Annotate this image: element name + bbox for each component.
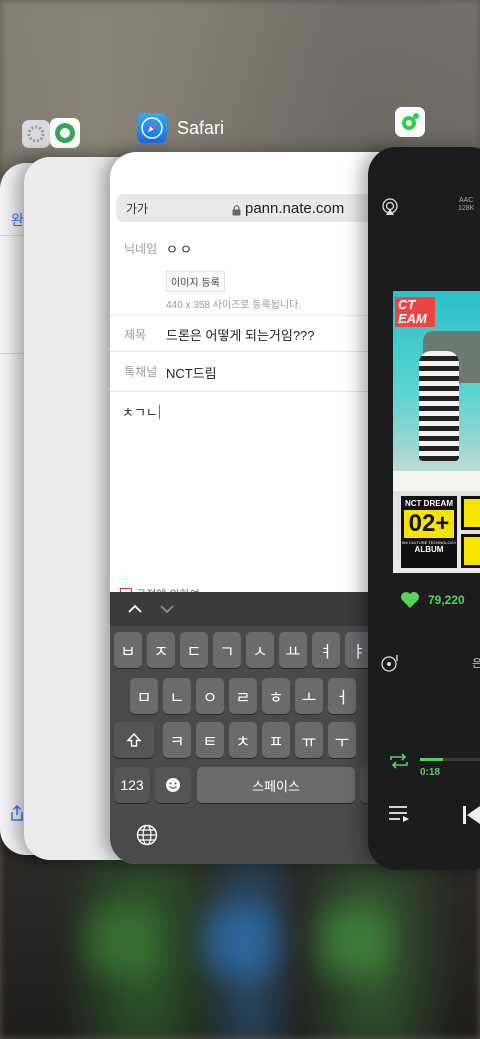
space-key[interactable]: 스페이스 [197, 767, 355, 803]
dock-icon-blur [88, 905, 158, 975]
album-top-text: CT EAM [395, 297, 435, 327]
shift-key[interactable] [114, 722, 154, 758]
key-row1[interactable]: ㅈ [147, 632, 175, 668]
image-upload-button[interactable]: 이미지 등록 [166, 271, 225, 292]
post-form: 닉네임 ㅇㅇ 이미지 등록 440 x 358 사이즈로 등록됩니다. 제목 드… [110, 230, 410, 392]
key-row3[interactable]: ㅜ [328, 722, 356, 758]
album-side-badge [461, 496, 480, 530]
key-row2[interactable]: ㅇ [196, 678, 224, 714]
safari-card[interactable]: 가가 pann.nate.com 닉네임 ㅇㅇ 이미지 등록 440 x 358… [110, 152, 410, 864]
key-row2[interactable]: ㅎ [262, 678, 290, 714]
dock-icon-blur [320, 905, 390, 975]
album-stripe [393, 471, 480, 491]
shift-icon [126, 732, 142, 747]
repeat-icon[interactable] [388, 753, 410, 774]
title-label: 제목 [124, 328, 147, 342]
album-badge: NCT DREAM 02+ SM CULTURE TECHNOLOGY ALBU… [401, 496, 457, 568]
album-side-badge-2 [461, 534, 480, 568]
channel-label: 톡채널 [124, 365, 158, 379]
key-row2[interactable]: ㄴ [163, 678, 191, 714]
dock-icon-blur [205, 905, 275, 975]
album-badge-artist: NCT DREAM [405, 499, 453, 508]
app-icon-green [50, 118, 80, 148]
music-app-icon [395, 107, 425, 137]
key-row1[interactable]: ㄱ [213, 632, 241, 668]
safari-app-name: Safari [177, 117, 225, 138]
url-text-wrap: pann.nate.com [232, 200, 344, 217]
music-app-label[interactable] [395, 107, 425, 137]
key-row3[interactable]: ㅋ [163, 722, 191, 758]
previous-track-icon[interactable] [462, 805, 480, 830]
key-row1[interactable]: ㅕ [312, 632, 340, 668]
globe-icon[interactable] [136, 824, 158, 846]
key-row1[interactable]: ㅅ [246, 632, 274, 668]
title-input[interactable]: 드론은 어떻게 되는거임??? [166, 325, 315, 344]
bitrate-badge: AAC 128K [458, 197, 474, 213]
album-badge-label: ALBUM [414, 545, 444, 554]
album-figure [419, 351, 459, 461]
text-caret [158, 405, 161, 419]
emoji-icon [166, 778, 180, 792]
emoji-key[interactable] [155, 767, 191, 803]
like-count-text: 79,220 [428, 593, 465, 607]
key-row1[interactable]: ㅛ [279, 632, 307, 668]
channel-row: 톡채널 NCT드림 [110, 352, 410, 392]
key-row2[interactable]: ㄹ [229, 678, 257, 714]
safari-icon [137, 113, 167, 143]
text-size-button[interactable]: 가가 [126, 200, 148, 217]
image-size-note: 440 x 358 사이즈로 등록됩니다. [166, 300, 302, 311]
airplay-icon[interactable] [380, 197, 400, 222]
card-b-second-app-label[interactable] [50, 118, 80, 148]
card-b-app-label[interactable] [22, 120, 50, 148]
key-row2[interactable]: ㅁ [130, 678, 158, 714]
keyboard-toolbar [110, 592, 410, 626]
key-row3[interactable]: ㅠ [295, 722, 323, 758]
heart-icon [401, 592, 419, 608]
url-bar[interactable]: 가가 pann.nate.com [116, 194, 404, 222]
key-row3[interactable]: ㅌ [196, 722, 224, 758]
like-count[interactable]: 79,220 [400, 591, 465, 609]
chevron-down-icon[interactable] [160, 602, 174, 616]
channel-value[interactable]: NCT드림 [166, 363, 217, 382]
music-app-card[interactable]: AAC 128K CT EAM NCT DREAM 02+ SM CULTURE… [368, 147, 480, 870]
lyrics-partial: 은 [472, 658, 480, 670]
key-row1[interactable]: ㅂ [114, 632, 142, 668]
nickname-row: 닉네임 ㅇㅇ 이미지 등록 440 x 358 사이즈로 등록됩니다. [110, 230, 410, 316]
bitrate-label: 128K [458, 205, 475, 212]
body-text: ㅊㄱㄴ [122, 405, 158, 420]
lock-icon [232, 203, 241, 215]
key-row1[interactable]: ㄷ [180, 632, 208, 668]
progress-bar[interactable] [420, 758, 480, 761]
share-icon[interactable] [10, 804, 24, 821]
chevron-up-icon[interactable] [128, 602, 142, 616]
url-text: pann.nate.com [245, 199, 345, 217]
korean-keyboard: ㅂ ㅈ ㄷ ㄱ ㅅ ㅛ ㅕ ㅑ ㅁ ㄴ ㅇ ㄹ ㅎ ㅗ ㅓ ㅋ ㅌ ㅊ ㅍ ㅠ … [110, 592, 410, 864]
body-textarea[interactable]: ㅊㄱㄴ [122, 402, 161, 421]
album-art: CT EAM NCT DREAM 02+ SM CULTURE TECHNOLO… [393, 291, 480, 573]
key-row2[interactable]: ㅗ [295, 678, 323, 714]
progress-fill [420, 758, 443, 761]
key-row2[interactable]: ㅓ [328, 678, 356, 714]
numbers-key[interactable]: 123 [114, 767, 150, 803]
queue-icon[interactable] [388, 803, 410, 830]
nickname-input[interactable]: ㅇㅇ [166, 239, 194, 258]
done-button[interactable]: 완 [11, 210, 24, 230]
gear-icon [22, 120, 50, 148]
elapsed-time: 0:18 [420, 767, 441, 778]
nickname-label: 닉네임 [124, 242, 158, 256]
album-badge-number: 02+ [404, 510, 454, 538]
playlist-icon[interactable] [380, 652, 402, 679]
key-row3[interactable]: ㅊ [229, 722, 257, 758]
key-row3[interactable]: ㅍ [262, 722, 290, 758]
aac-label: AAC [458, 197, 474, 204]
safari-app-label[interactable]: Safari [137, 113, 224, 143]
title-row: 제목 드론은 어떻게 되는거임??? [110, 316, 410, 352]
